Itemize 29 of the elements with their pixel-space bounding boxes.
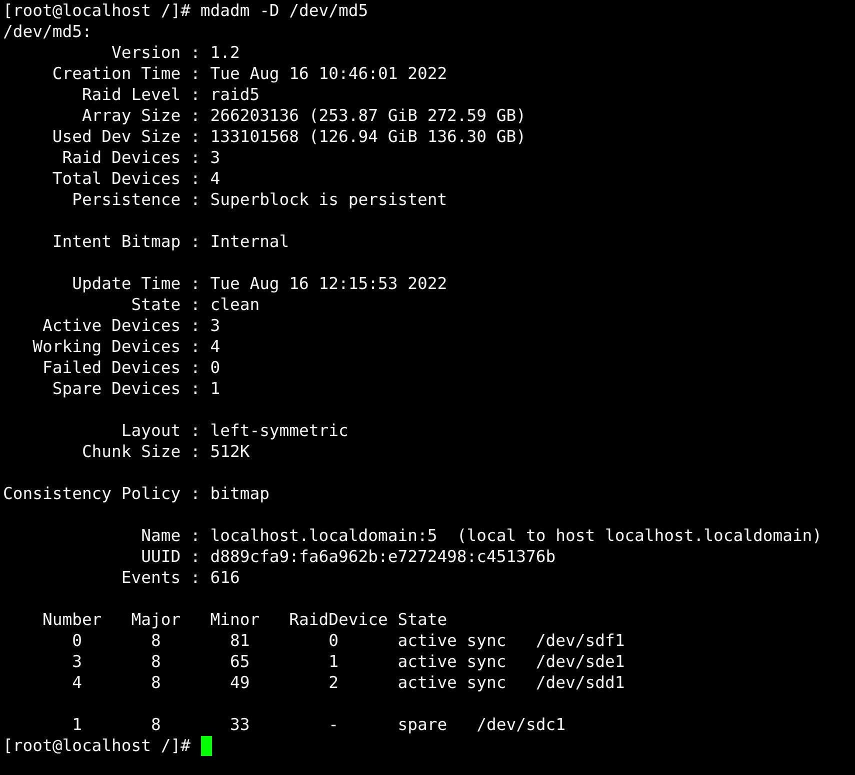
terminal-line: UUID : d889cfa9:fa6a962b:e7272498:c451376b xyxy=(140,546,556,567)
terminal-line: Number Major Minor RaidDevice State xyxy=(41,609,448,630)
terminal-line: Name : localhost.localdomain:5 (local to host localhost.localdomain) xyxy=(140,525,822,546)
terminal-line: Raid Devices : 3 xyxy=(61,147,220,168)
terminal-line: Chunk Size : 512K xyxy=(80,441,250,462)
terminal-line: Total Devices : 4 xyxy=(51,168,220,189)
terminal-line: Consistency Policy : bitmap xyxy=(3,483,270,504)
terminal-line: /dev/md5: xyxy=(3,21,92,42)
terminal-line: 3 8 65 1 active sync /dev/sde1 xyxy=(71,651,625,672)
shell-prompt: [root@localhost /]# xyxy=(3,735,190,756)
terminal-line: 4 8 49 2 active sync /dev/sdd1 xyxy=(71,672,625,693)
terminal-line: 1 8 33 - spare /dev/sdc1 xyxy=(71,714,566,735)
terminal-line: [root@localhost /]# mdadm -D /dev/md5 xyxy=(3,0,368,21)
terminal-line: Version : 1.2 xyxy=(110,42,240,63)
terminal-line: 0 8 81 0 active sync /dev/sdf1 xyxy=(71,630,625,651)
terminal-line: Raid Level : raid5 xyxy=(80,84,260,105)
terminal-line: Update Time : Tue Aug 16 12:15:53 2022 xyxy=(71,273,448,294)
terminal-line: Failed Devices : 0 xyxy=(41,357,220,378)
terminal-line: Events : 616 xyxy=(120,567,240,588)
terminal-line: Spare Devices : 1 xyxy=(51,378,220,399)
terminal-line: Working Devices : 4 xyxy=(32,336,220,357)
terminal-line: Used Dev Size : 133101568 (126.94 GiB 136.30 GB) xyxy=(51,126,526,147)
terminal-line: Active Devices : 3 xyxy=(41,315,220,336)
terminal-line: Layout : left-symmetric xyxy=(120,420,348,441)
terminal-line: Creation Time : Tue Aug 16 10:46:01 2022 xyxy=(51,63,448,84)
terminal-line: State : clean xyxy=(130,294,260,315)
terminal-line: Persistence : Superblock is persistent xyxy=(71,189,448,210)
terminal-line: Intent Bitmap : Internal xyxy=(51,231,290,252)
terminal-line: Array Size : 266203136 (253.87 GiB 272.59 GB) xyxy=(80,105,526,126)
